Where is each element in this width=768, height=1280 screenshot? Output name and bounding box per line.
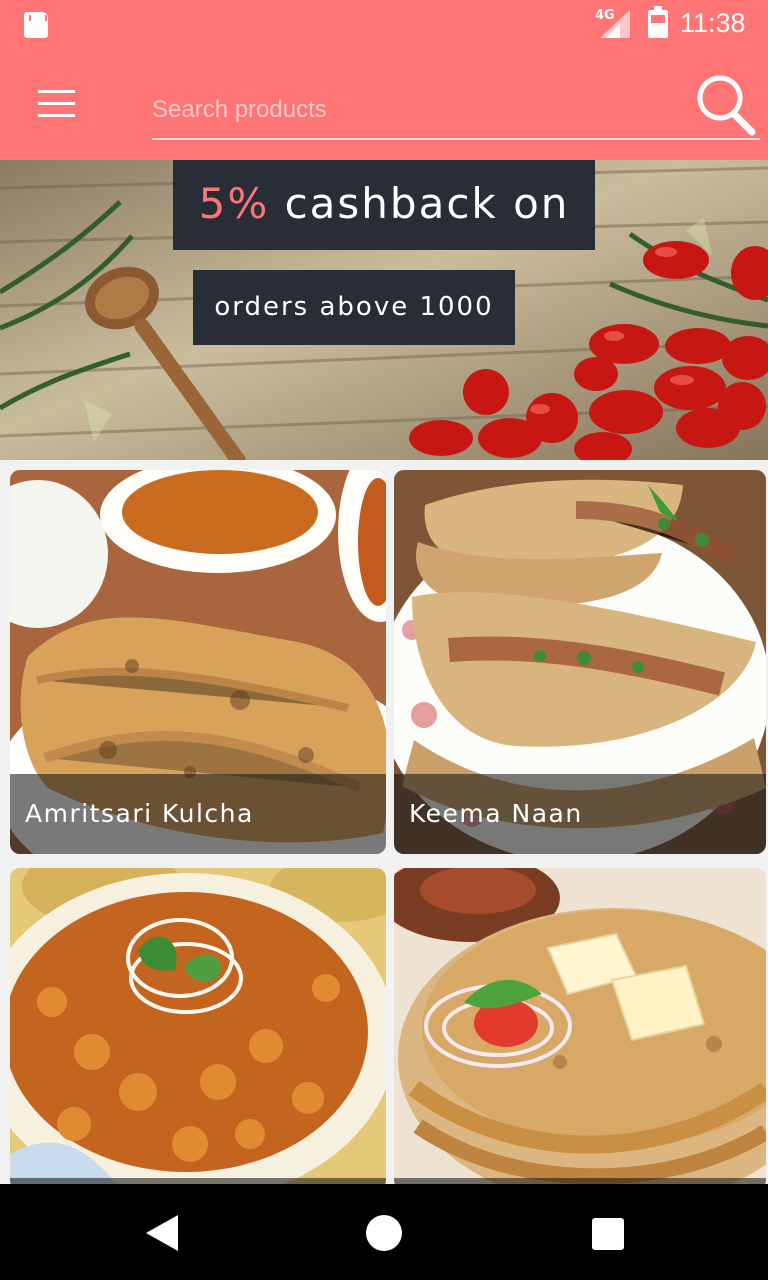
product-card-paratha[interactable]	[394, 868, 766, 1190]
status-time: 11:38	[680, 8, 746, 38]
product-card-chole[interactable]	[10, 868, 386, 1190]
product-name: Amritsari Kulcha	[10, 774, 386, 854]
promo-banner[interactable]: 5% cashback on orders above 1000	[0, 160, 768, 460]
product-card-keema-naan[interactable]: Keema Naan	[394, 470, 766, 854]
back-icon[interactable]	[144, 1215, 180, 1251]
menu-icon-line	[38, 102, 75, 105]
promo-subheading: orders above 1000	[193, 270, 515, 345]
app-screen: 4G 11:38 Search products 5% cashback on …	[0, 0, 768, 1280]
cashback-percent: 5%	[198, 179, 270, 228]
promo-heading-text: cashback on	[269, 179, 570, 228]
product-name: Keema Naan	[394, 774, 766, 854]
chole-image	[10, 868, 386, 1190]
status-bar: 4G 11:38	[0, 0, 768, 48]
search-icon[interactable]	[694, 72, 758, 138]
recents-icon[interactable]	[592, 1218, 624, 1250]
sd-card-icon	[24, 12, 48, 38]
network-type-label: 4G	[595, 8, 615, 23]
menu-icon-line	[38, 90, 75, 93]
home-icon[interactable]	[366, 1215, 402, 1251]
search-input[interactable]	[152, 82, 760, 140]
system-navigation-bar	[0, 1184, 768, 1280]
battery-icon	[648, 6, 668, 38]
product-card-amritsari-kulcha[interactable]: Amritsari Kulcha	[10, 470, 386, 854]
paratha-image	[394, 868, 766, 1190]
app-bar	[0, 48, 768, 160]
menu-icon-line	[38, 114, 75, 117]
product-grid: Amritsari Kulcha Keema Naan	[10, 470, 766, 1190]
promo-heading: 5% cashback on	[173, 160, 595, 250]
menu-button[interactable]	[28, 82, 82, 126]
